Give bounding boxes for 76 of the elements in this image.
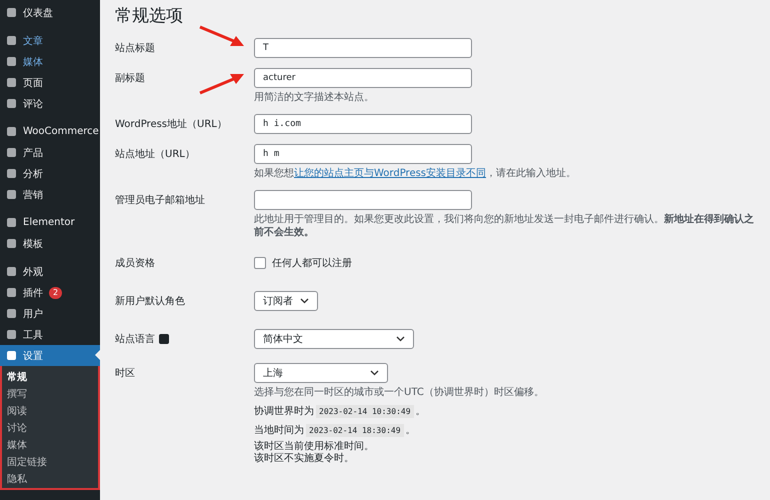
field-label: 成员资格 bbox=[115, 256, 155, 270]
help-link[interactable]: 让您的站点主页与WordPress安装目录不同 bbox=[294, 168, 486, 179]
help-text: 此地址用于管理目的。如果您更改此设置，我们将向您的新地址发送一封电子邮件进行确认。新地址在得到确认之前不会生效。 bbox=[254, 213, 754, 239]
square-icon bbox=[6, 266, 17, 277]
sidebar-item[interactable]: 分析 bbox=[0, 163, 100, 184]
sidebar-item[interactable]: 媒体 bbox=[0, 51, 100, 72]
text-field[interactable]: acturer bbox=[254, 68, 472, 88]
sidebar-item[interactable]: 页面 bbox=[0, 72, 100, 93]
chevron-down-icon bbox=[396, 336, 405, 342]
field-label: WordPress地址（URL） bbox=[115, 118, 227, 131]
square-icon bbox=[6, 217, 17, 228]
checkbox-label: 任何人都可以注册 bbox=[272, 256, 352, 270]
time-label: 当地时间为 bbox=[254, 424, 304, 437]
field-label: 副标题 bbox=[115, 72, 145, 85]
submenu-item[interactable]: 讨论 bbox=[0, 420, 100, 437]
square-icon bbox=[6, 329, 17, 340]
square-icon bbox=[6, 308, 17, 319]
sidebar-item[interactable]: 工具 bbox=[0, 324, 100, 345]
square-icon bbox=[6, 287, 17, 298]
square-icon bbox=[6, 168, 17, 179]
time-label: 协调世界时为 bbox=[254, 404, 314, 418]
sidebar-item[interactable]: 用户 bbox=[0, 303, 100, 324]
select-field[interactable]: 上海 bbox=[254, 363, 388, 383]
submenu-item[interactable]: 媒体 bbox=[0, 437, 100, 454]
text-field[interactable]: T bbox=[254, 38, 472, 58]
sidebar-item[interactable]: Elementor bbox=[0, 212, 100, 233]
time-value: 2023-02-14 18:30:49 bbox=[306, 424, 404, 436]
chevron-down-icon bbox=[370, 370, 379, 376]
sidebar-item[interactable]: 评论 bbox=[0, 93, 100, 114]
time-suffix: 。 bbox=[416, 405, 426, 418]
chevron-down-icon bbox=[300, 298, 309, 304]
square-icon bbox=[6, 238, 17, 249]
text-field[interactable]: h m bbox=[254, 144, 472, 164]
text-field[interactable]: h i.com bbox=[254, 114, 472, 134]
timezone-note: 该时区不实施夏令时。 bbox=[254, 453, 355, 465]
square-icon bbox=[6, 189, 17, 200]
submenu-item[interactable]: 常规 bbox=[0, 369, 100, 386]
sidebar-item[interactable]: 模板 bbox=[0, 233, 100, 254]
select-field[interactable]: 订阅者 bbox=[254, 291, 318, 311]
sidebar-item[interactable]: 产品 bbox=[0, 142, 100, 163]
help-text: 用简洁的文字描述本站点。 bbox=[254, 91, 375, 104]
field-label: 站点标题 bbox=[115, 42, 155, 55]
checkbox[interactable] bbox=[254, 257, 266, 269]
help-text: 如果您想让您的站点主页与WordPress安装目录不同，请在此输入地址。 bbox=[254, 167, 578, 180]
page-title: 常规选项 bbox=[115, 5, 184, 27]
submenu-item[interactable]: 固定链接 bbox=[0, 454, 100, 471]
field-label: 站点语言 bbox=[115, 332, 155, 346]
square-icon bbox=[6, 7, 17, 18]
submenu-item[interactable]: 撰写 bbox=[0, 386, 100, 403]
sidebar-item[interactable]: WooCommerce bbox=[0, 121, 100, 142]
sidebar-item[interactable]: 营销 bbox=[0, 184, 100, 205]
field-label: 站点地址（URL） bbox=[115, 148, 195, 161]
select-field[interactable]: 简体中文 bbox=[254, 329, 414, 349]
time-value: 2023-02-14 10:30:49 bbox=[316, 404, 414, 418]
timezone-note: 该时区当前使用标准时间。 bbox=[254, 441, 375, 452]
sidebar-item[interactable]: 仪表盘 bbox=[0, 2, 100, 23]
help-text: 选择与您在同一时区的城市或一个UTC（协调世界时）时区偏移。 bbox=[254, 386, 545, 399]
square-icon bbox=[6, 147, 17, 158]
square-icon bbox=[6, 77, 17, 88]
sidebar-item[interactable]: 文章 bbox=[0, 30, 100, 51]
square-icon bbox=[6, 35, 17, 46]
time-suffix: 。 bbox=[406, 424, 416, 437]
square-icon bbox=[6, 98, 17, 109]
submenu-item[interactable]: 隐私 bbox=[0, 471, 100, 488]
field-label: 新用户默认角色 bbox=[115, 294, 185, 308]
sidebar-item[interactable]: 插件 2 bbox=[0, 282, 100, 303]
square-icon bbox=[6, 350, 17, 361]
submenu-item[interactable]: 阅读 bbox=[0, 403, 100, 420]
field-label: 管理员电子邮箱地址 bbox=[115, 194, 205, 207]
sidebar-item[interactable]: 设置 bbox=[0, 345, 100, 366]
square-icon bbox=[6, 126, 17, 137]
square-icon bbox=[6, 56, 17, 67]
field-label: 时区 bbox=[115, 366, 135, 380]
count-badge: 2 bbox=[49, 286, 62, 298]
sidebar-item[interactable]: 外观 bbox=[0, 261, 100, 282]
text-field[interactable] bbox=[254, 190, 472, 210]
